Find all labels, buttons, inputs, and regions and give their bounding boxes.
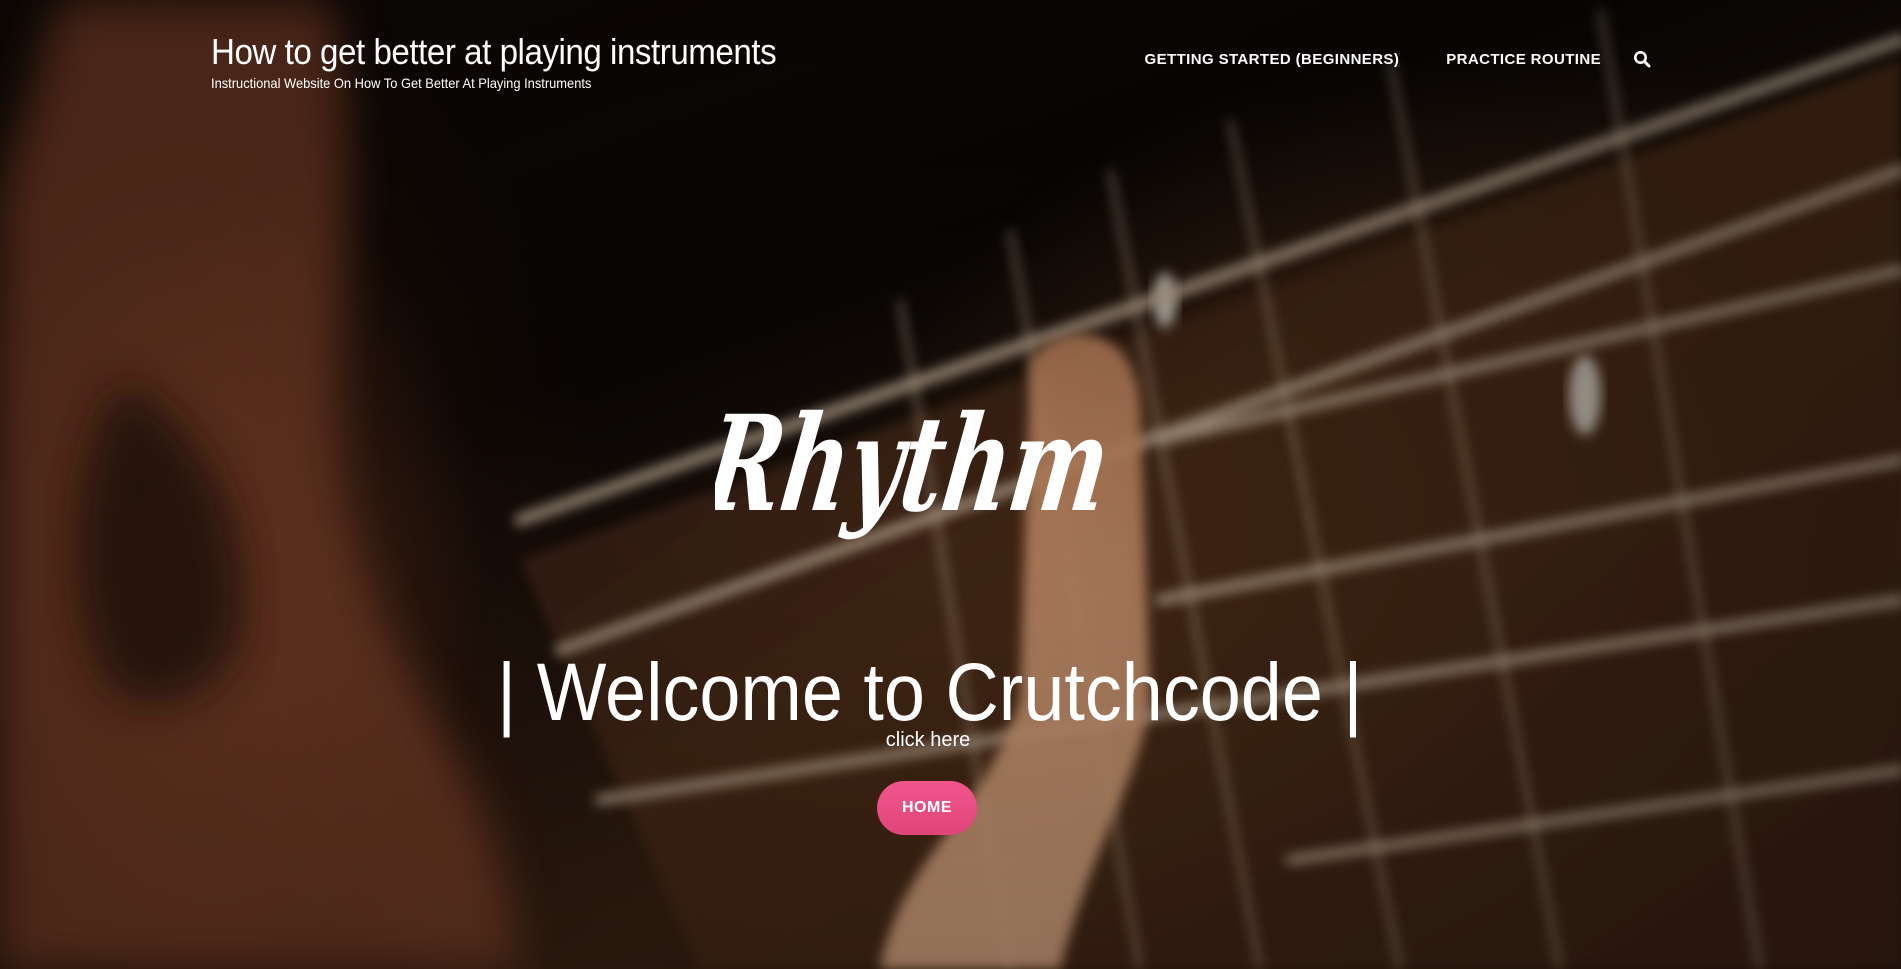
main-navigation: GETTING STARTED (BEGINNERS) PRACTICE ROU…: [1098, 50, 1651, 68]
site-description: Instructional Website On How To Get Bett…: [211, 75, 592, 91]
nav-item-practice-routine[interactable]: PRACTICE ROUTINE: [1446, 51, 1601, 68]
site-header: How to get better at playing instruments…: [211, 30, 1651, 110]
site-title-link[interactable]: How to get better at playing instruments: [211, 30, 777, 74]
nav-item-getting-started[interactable]: GETTING STARTED (BEGINNERS): [1145, 51, 1400, 68]
search-icon[interactable]: [1633, 50, 1651, 68]
site-branding: How to get better at playing instruments…: [211, 30, 825, 92]
rhythm-script-logo: Rhythm: [715, 387, 1119, 542]
rhythm-script-text: Rhythm: [715, 387, 1119, 542]
hero-section: How to get better at playing instruments…: [0, 0, 1901, 969]
hero-subtext: click here: [885, 729, 971, 751]
home-button[interactable]: HOME: [877, 781, 977, 835]
